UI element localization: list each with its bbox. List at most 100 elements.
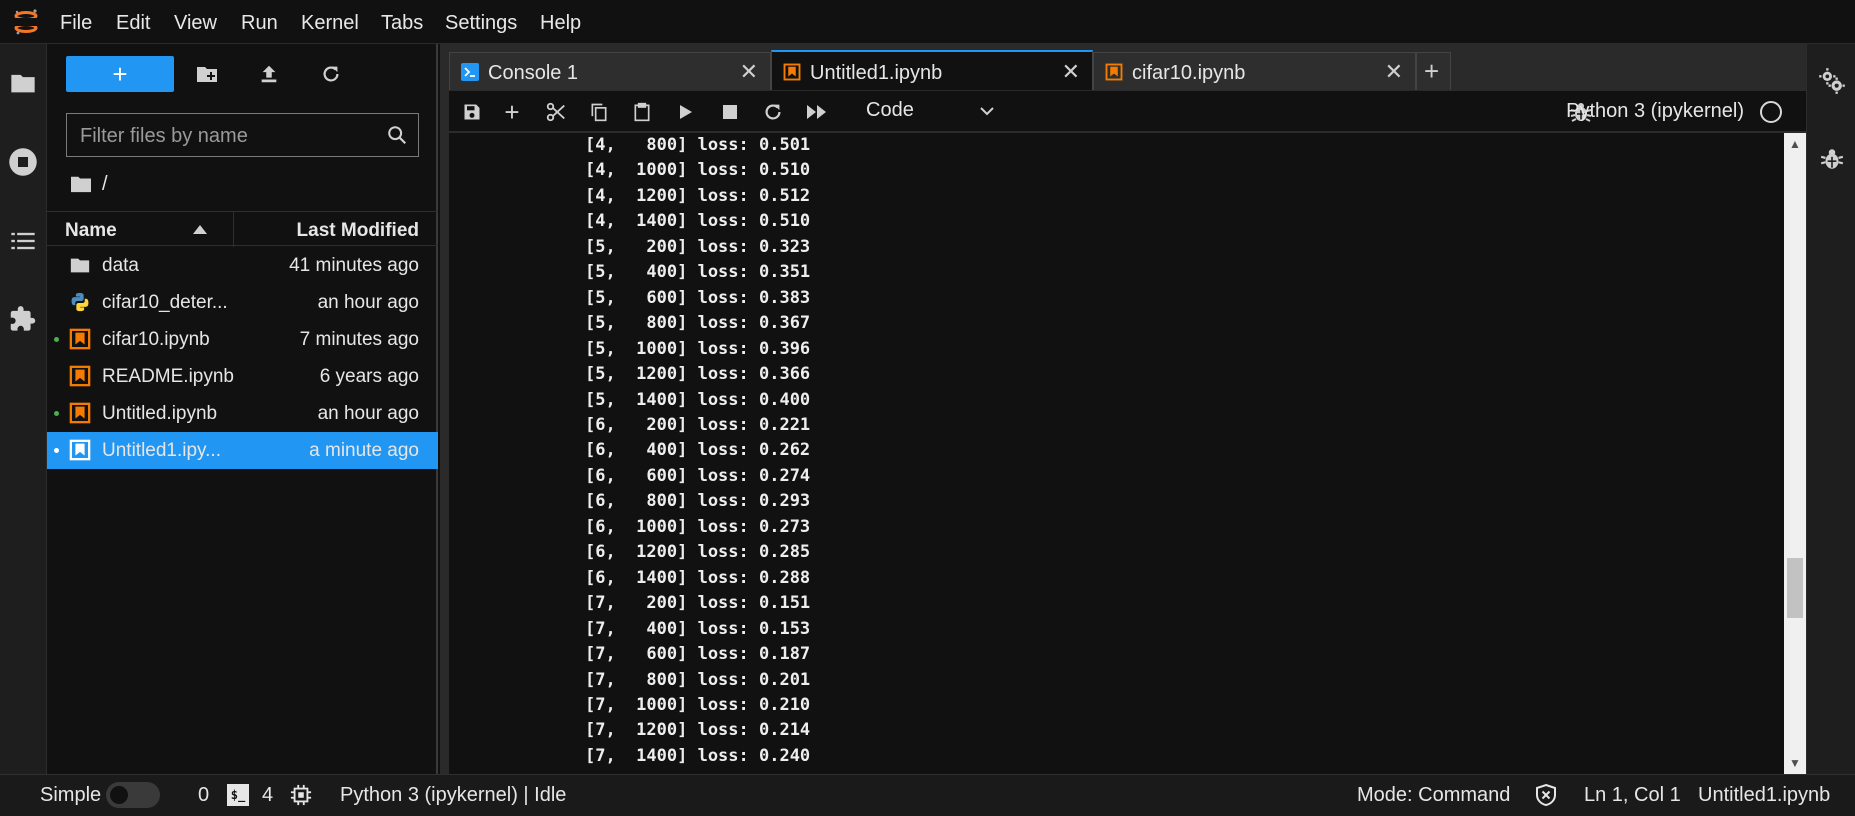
terminals-count[interactable]: 0 bbox=[198, 784, 209, 807]
file-row-data[interactable]: data 41 minutes ago bbox=[47, 247, 438, 284]
breadcrumb-root[interactable]: / bbox=[102, 173, 108, 196]
tab-cifar10-ipynb[interactable]: cifar10.ipynb ✕ bbox=[1093, 52, 1416, 90]
output-line: [6, 1400] loss: 0.288 bbox=[585, 567, 811, 588]
new-tab-button[interactable]: + bbox=[1416, 52, 1451, 90]
file-name: cifar10_deter... bbox=[102, 292, 228, 313]
column-modified-header[interactable]: Last Modified bbox=[297, 220, 419, 242]
menu-file[interactable]: File bbox=[60, 12, 92, 35]
status-bar: Simple 0 $_ 4 Python 3 (ipykernel) | Idl… bbox=[0, 774, 1855, 816]
kernels-count[interactable]: 4 bbox=[262, 784, 273, 807]
breadcrumb[interactable]: / bbox=[70, 170, 108, 198]
menu-edit[interactable]: Edit bbox=[116, 12, 150, 35]
output-line: [5, 600] loss: 0.383 bbox=[585, 287, 811, 308]
close-icon[interactable]: ✕ bbox=[1385, 59, 1403, 85]
running-indicator bbox=[54, 411, 59, 416]
cell-output-area[interactable]: [4, 800] loss: 0.501 [4, 1000] loss: 0.51… bbox=[449, 133, 1806, 774]
file-modified: an hour ago bbox=[317, 292, 419, 313]
search-icon bbox=[388, 126, 407, 145]
new-launcher-button[interactable]: + bbox=[66, 56, 174, 92]
output-line: [7, 800] loss: 0.201 bbox=[585, 669, 811, 690]
close-icon[interactable]: ✕ bbox=[1062, 59, 1080, 85]
output-line: [4, 1200] loss: 0.512 bbox=[585, 185, 811, 206]
output-line: [7, 600] loss: 0.187 bbox=[585, 644, 811, 665]
menu-view[interactable]: View bbox=[174, 12, 217, 35]
tab-console-1[interactable]: Console 1 ✕ bbox=[449, 52, 771, 90]
cell-type-select[interactable]: Code bbox=[866, 99, 914, 122]
paste-icon[interactable] bbox=[629, 99, 655, 125]
mode-indicator[interactable]: Mode: Command bbox=[1357, 784, 1510, 807]
scrollbar-thumb[interactable] bbox=[1787, 558, 1803, 618]
file-row-cifar10-deter[interactable]: cifar10_deter... an hour ago bbox=[47, 284, 438, 321]
kernel-name-button[interactable]: Python 3 (ipykernel) bbox=[1566, 100, 1744, 123]
output-line: [6, 1000] loss: 0.273 bbox=[585, 516, 811, 537]
tab-label: Console 1 bbox=[488, 62, 579, 84]
file-row-untitled-ipynb[interactable]: Untitled.ipynb an hour ago bbox=[47, 395, 438, 432]
output-line: [6, 200] loss: 0.221 bbox=[585, 414, 811, 435]
tab-label: cifar10.ipynb bbox=[1132, 62, 1246, 84]
filter-files-input[interactable]: Filter files by name bbox=[66, 113, 419, 157]
vertical-scrollbar[interactable]: ▲ ▼ bbox=[1784, 133, 1806, 774]
file-row-untitled1-ipynb[interactable]: Untitled1.ipy... a minute ago bbox=[47, 432, 438, 469]
output-line: [5, 1200] loss: 0.366 bbox=[585, 364, 811, 385]
file-name: cifar10.ipynb bbox=[102, 329, 210, 350]
upload-icon[interactable] bbox=[255, 60, 283, 88]
output-line: [4, 1000] loss: 0.510 bbox=[585, 160, 811, 181]
cut-icon[interactable] bbox=[543, 99, 569, 125]
chevron-down-icon[interactable] bbox=[977, 101, 997, 121]
shield-x-icon[interactable] bbox=[1534, 783, 1558, 807]
refresh-icon[interactable] bbox=[317, 60, 345, 88]
property-inspector-gears-icon[interactable] bbox=[1815, 64, 1849, 98]
current-filename: Untitled1.ipynb bbox=[1698, 784, 1831, 806]
output-line: [5, 200] loss: 0.323 bbox=[585, 236, 811, 257]
output-line: [5, 800] loss: 0.367 bbox=[585, 313, 811, 334]
output-line: [7, 200] loss: 0.151 bbox=[585, 593, 811, 614]
file-browser-panel: + Filter files by name / Name Last Modif… bbox=[47, 44, 438, 774]
puzzle-icon[interactable] bbox=[6, 302, 40, 336]
stop-icon[interactable] bbox=[717, 99, 743, 125]
scroll-down-icon[interactable]: ▼ bbox=[1789, 756, 1801, 770]
output-line: [4, 1400] loss: 0.510 bbox=[585, 211, 811, 232]
new-folder-icon[interactable] bbox=[193, 60, 221, 88]
output-line: [5, 1400] loss: 0.400 bbox=[585, 389, 811, 410]
fast-forward-icon[interactable] bbox=[804, 99, 830, 125]
plus-icon: + bbox=[112, 58, 128, 89]
simple-mode-toggle[interactable] bbox=[106, 782, 160, 808]
python-file-icon bbox=[71, 292, 89, 312]
menu-help[interactable]: Help bbox=[540, 12, 581, 35]
menu-tabs[interactable]: Tabs bbox=[381, 12, 423, 35]
file-list-header: Name Last Modified bbox=[47, 211, 438, 247]
file-row-cifar10-ipynb[interactable]: cifar10.ipynb 7 minutes ago bbox=[47, 321, 438, 358]
output-line: [7, 1000] loss: 0.210 bbox=[585, 694, 811, 715]
copy-icon[interactable] bbox=[586, 99, 612, 125]
jupyter-logo-icon bbox=[14, 9, 38, 35]
tab-untitled1-ipynb[interactable]: Untitled1.ipynb ✕ bbox=[771, 50, 1093, 90]
cursor-position[interactable]: Ln 1, Col 1 bbox=[1584, 784, 1681, 807]
menu-run[interactable]: Run bbox=[241, 12, 278, 35]
terminal-icon[interactable]: $_ bbox=[227, 784, 249, 806]
close-icon[interactable]: ✕ bbox=[740, 59, 758, 85]
menu-kernel[interactable]: Kernel bbox=[301, 12, 359, 35]
insert-cell-icon[interactable]: + bbox=[499, 99, 525, 125]
notebook-toolbar: + Code Python 3 (ipykernel) bbox=[449, 91, 1806, 132]
output-line: [5, 1000] loss: 0.396 bbox=[585, 338, 811, 359]
notebook-icon bbox=[1105, 63, 1123, 81]
stop-circle-icon[interactable] bbox=[6, 145, 40, 179]
column-divider[interactable] bbox=[233, 212, 234, 247]
folder-icon[interactable] bbox=[6, 66, 40, 100]
debugger-bug-icon[interactable] bbox=[1815, 142, 1849, 176]
file-row-readme-ipynb[interactable]: README.ipynb 6 years ago bbox=[47, 358, 438, 395]
kernel-status-text[interactable]: Python 3 (ipykernel) | Idle bbox=[340, 784, 566, 807]
run-icon[interactable] bbox=[673, 99, 699, 125]
file-modified: an hour ago bbox=[317, 403, 419, 424]
kernel-chip-icon[interactable] bbox=[290, 784, 312, 806]
column-name-header[interactable]: Name bbox=[65, 220, 117, 242]
running-indicator bbox=[54, 337, 59, 342]
menu-bar: File Edit View Run Kernel Tabs Settings … bbox=[0, 0, 1855, 44]
restart-icon[interactable] bbox=[760, 99, 786, 125]
save-icon[interactable] bbox=[459, 99, 485, 125]
list-icon[interactable] bbox=[6, 224, 40, 258]
sort-ascending-icon bbox=[193, 225, 207, 234]
menu-settings[interactable]: Settings bbox=[445, 12, 517, 35]
notebook-icon bbox=[69, 439, 91, 461]
scroll-up-icon[interactable]: ▲ bbox=[1789, 137, 1801, 151]
